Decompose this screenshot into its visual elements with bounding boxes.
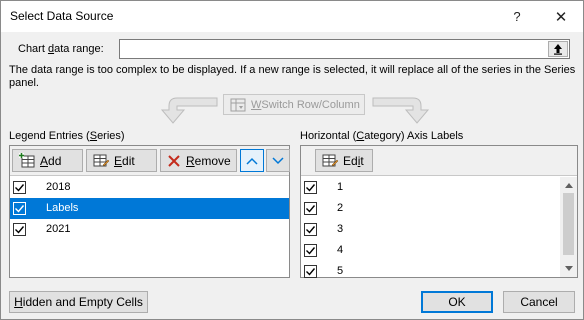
add-label: Add: [40, 153, 62, 168]
list-item[interactable]: 1: [301, 177, 560, 198]
series-name: Labels: [46, 202, 79, 214]
series-checkbox[interactable]: [13, 202, 26, 215]
scroll-down-button[interactable]: [560, 260, 577, 277]
dialog-title: Select Data Source: [10, 9, 114, 23]
select-data-source-dialog: Select Data Source ? ✕ Chart data range:…: [0, 0, 584, 320]
curved-arrow-right-icon: [372, 97, 430, 124]
edit-label: Edit: [114, 153, 135, 168]
title-bar: Select Data Source ? ✕: [1, 1, 583, 32]
axis-label-checkbox[interactable]: [304, 202, 317, 215]
upload-arrow-icon: [554, 44, 562, 55]
help-icon: ?: [513, 9, 521, 24]
edit-series-button[interactable]: Edit: [86, 149, 157, 172]
axis-labels-list: 1 2 3 4 5: [301, 177, 560, 282]
hidden-empty-cells-button[interactable]: Hidden and Empty Cells: [9, 291, 148, 313]
switch-row-column-label: WSwitch Row/Column: [251, 98, 360, 111]
range-complexity-notice: The data range is too complex to be disp…: [9, 64, 576, 89]
move-down-button[interactable]: [266, 149, 290, 172]
ok-label: OK: [448, 295, 466, 309]
chevron-down-icon: [272, 156, 284, 164]
axis-labels-label: Horizontal (Category) Axis Labels: [300, 130, 464, 142]
list-item[interactable]: 2021: [10, 219, 289, 240]
list-item[interactable]: 2018: [10, 177, 289, 198]
axis-label-checkbox[interactable]: [304, 181, 317, 194]
list-item[interactable]: 5: [301, 261, 560, 282]
checkmark-icon: [306, 226, 316, 234]
add-series-button[interactable]: Add: [12, 149, 83, 172]
add-table-icon: [19, 153, 35, 168]
switch-row-column-button[interactable]: WSwitch Row/Column: [223, 94, 365, 115]
close-icon: ✕: [554, 8, 568, 26]
axis-toolbar: Edit: [301, 146, 577, 176]
series-name: 2018: [46, 181, 71, 193]
help-button[interactable]: ?: [497, 1, 537, 32]
axis-label-checkbox[interactable]: [304, 244, 317, 257]
list-item[interactable]: 2: [301, 198, 560, 219]
edit-axis-labels-button[interactable]: Edit: [315, 149, 373, 172]
scroll-thumb[interactable]: [563, 193, 574, 255]
scroll-up-arrow-icon: [564, 183, 573, 188]
collapse-range-button[interactable]: [548, 41, 568, 57]
series-checkbox[interactable]: [13, 181, 26, 194]
series-name: 2021: [46, 223, 71, 235]
chart-data-range-label: Chart data range:: [18, 43, 104, 55]
edit-table-icon: [93, 154, 109, 167]
edit-label: Edit: [343, 153, 364, 168]
checkmark-icon: [306, 268, 316, 276]
cancel-label: Cancel: [520, 295, 558, 309]
axis-label-value: 3: [337, 223, 344, 235]
axis-label-value: 4: [337, 244, 344, 256]
chevron-up-icon: [246, 157, 258, 165]
checkmark-icon: [306, 247, 316, 255]
legend-series-list: 2018 Labels 2021: [10, 177, 289, 240]
chart-data-range-input[interactable]: [119, 39, 570, 59]
ok-button[interactable]: OK: [421, 291, 493, 313]
axis-label-checkbox[interactable]: [304, 265, 317, 278]
close-button[interactable]: ✕: [541, 1, 581, 32]
curved-arrow-left-icon: [160, 97, 218, 124]
switch-grid-icon: [230, 98, 246, 111]
legend-toolbar: Add Edit Remove: [10, 146, 290, 176]
remove-label: Remove: [186, 153, 231, 168]
list-item[interactable]: Labels: [10, 198, 289, 219]
series-checkbox[interactable]: [13, 223, 26, 236]
legend-entries-label: Legend Entries (Series): [9, 130, 125, 142]
cancel-button[interactable]: Cancel: [503, 291, 575, 313]
list-item[interactable]: 3: [301, 219, 560, 240]
scroll-up-button[interactable]: [560, 177, 577, 194]
axis-label-value: 2: [337, 202, 344, 214]
remove-series-button[interactable]: Remove: [160, 149, 237, 172]
checkmark-icon: [306, 184, 316, 192]
axis-labels-panel: Edit 1 2 3 4 5: [300, 145, 578, 278]
checkmark-icon: [15, 226, 25, 234]
hidden-empty-cells-label: Hidden and Empty Cells: [14, 295, 143, 309]
remove-x-icon: [168, 154, 180, 167]
move-up-button[interactable]: [240, 149, 264, 172]
scroll-down-arrow-icon: [564, 266, 573, 271]
axis-list-scrollbar[interactable]: [560, 177, 577, 277]
checkmark-icon: [306, 205, 316, 213]
legend-entries-panel: Add Edit Remove 2018 Labels 2021: [9, 145, 290, 278]
checkmark-icon: [15, 205, 25, 213]
edit-table-icon: [322, 154, 338, 167]
axis-label-value: 5: [337, 265, 344, 277]
checkmark-icon: [15, 184, 25, 192]
axis-label-checkbox[interactable]: [304, 223, 317, 236]
list-item[interactable]: 4: [301, 240, 560, 261]
axis-label-value: 1: [337, 181, 344, 193]
